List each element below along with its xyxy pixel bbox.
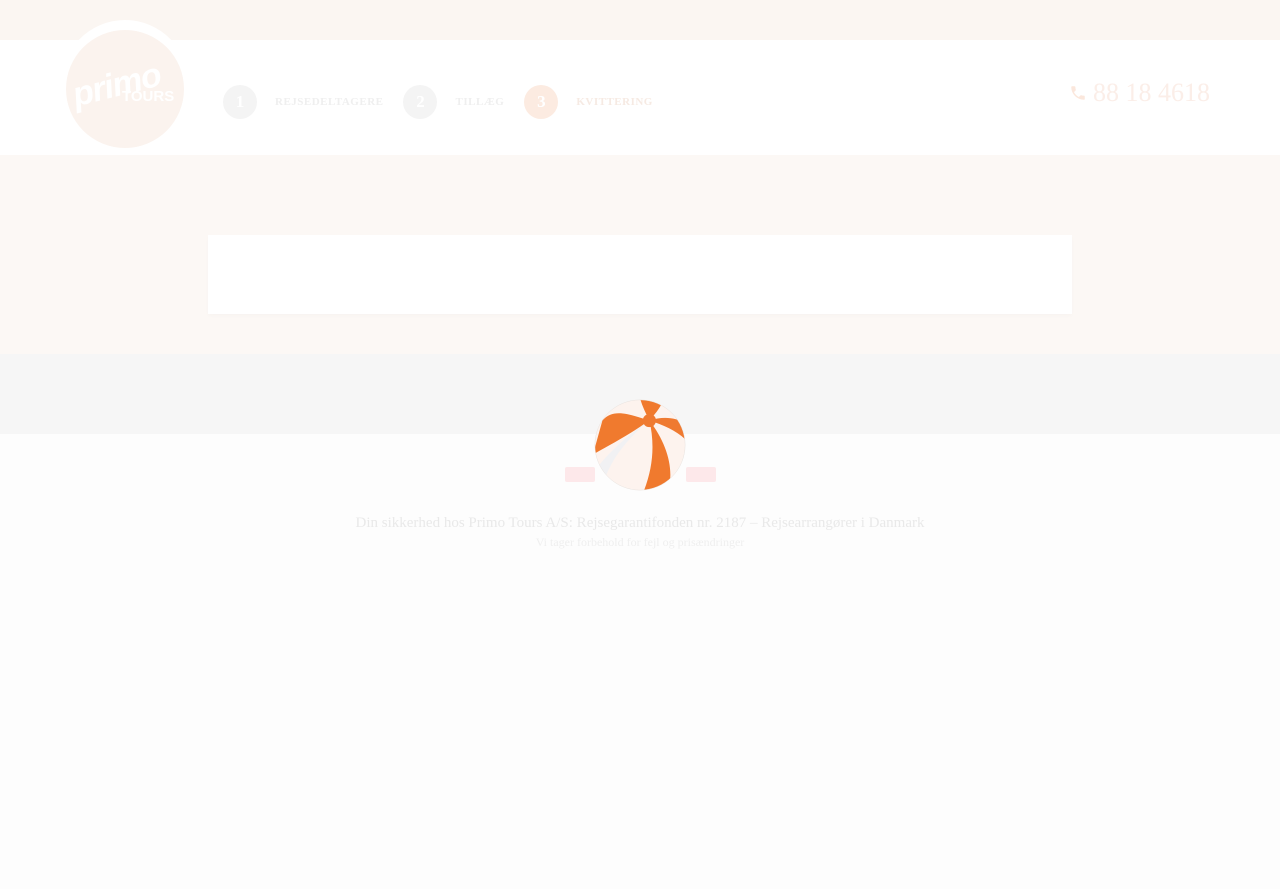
primo-tours-logo[interactable]: primo TOURS [66,30,184,148]
step-2-label: TILLÆG [455,96,505,108]
logo-wordmark: primo [68,55,165,115]
logo-subtitle: TOURS [122,88,175,105]
step-1-number: 1 [223,85,257,119]
step-2: 2 TILLÆG [403,85,504,119]
booking-steps: 1 REJSEDELTAGERE 2 TILLÆG 3 KVITTERING [223,85,673,119]
partner-logo-right [686,467,716,482]
partner-logo-left [565,467,595,482]
step-1: 1 REJSEDELTAGERE [223,85,383,119]
beach-ball-icon [594,399,686,491]
phone-number: 88 18 4618 [1093,78,1210,107]
content-card [208,235,1072,314]
footer-guarantee-text: Din sikkerhed hos Primo Tours A/S: Rejse… [355,515,925,531]
step-3: 3 KVITTERING [524,85,653,119]
step-1-label: REJSEDELTAGERE [275,96,384,108]
phone-link[interactable]: 88 18 4618 [1069,78,1210,108]
step-3-number: 3 [524,85,559,119]
step-3-label: KVITTERING [576,96,653,108]
footer-disclaimer: Vi tager forbehold for fejl og prisændri… [535,535,745,549]
step-2-number: 2 [403,85,438,119]
top-bar [0,0,1280,40]
phone-icon [1071,86,1085,100]
